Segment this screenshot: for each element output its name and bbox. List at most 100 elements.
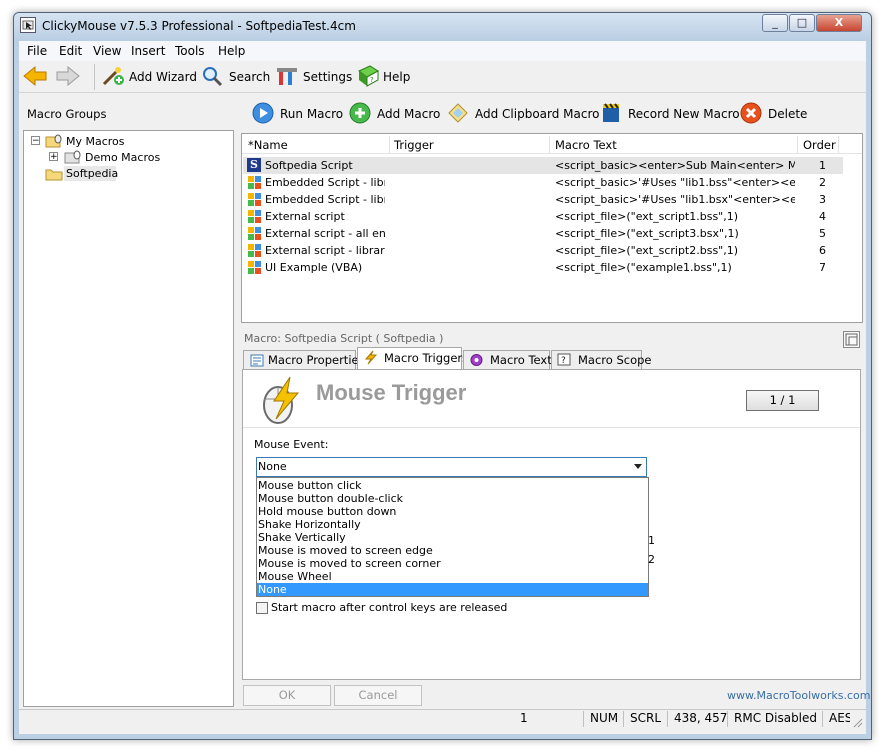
script-icon: S [247,158,261,172]
row-text: <script_file>("ext_script2.bss",1) [555,244,739,257]
row-order: 2 [819,176,826,189]
delete-icon[interactable] [740,102,762,124]
add-wizard-button[interactable]: Add Wizard [129,70,197,84]
script-blocks-icon [247,175,262,190]
menu-edit[interactable]: Edit [59,44,82,58]
col-divider [838,136,839,154]
menu-file[interactable]: File [27,44,47,58]
row-text: <script_file>("ext_script1.bss",1) [555,210,739,223]
tree-item-softpedia[interactable]: Softpedia [66,167,118,180]
hidden-field-value-2: 2 [648,553,655,566]
menu-view[interactable]: View [93,44,121,58]
row-text: <script_file>("example1.bss",1) [555,261,732,274]
record-icon[interactable] [600,102,622,124]
tab-macro-text-label: Macro Text [490,353,552,367]
col-divider [549,136,550,154]
option-shake-horizontally[interactable]: Shake Horizontally [257,518,648,531]
cancel-button[interactable]: Cancel [334,685,422,706]
search-button[interactable]: Search [229,70,270,84]
hidden-field-value-1: 1 [648,534,655,547]
option-none[interactable]: None [257,583,648,596]
row-order: 7 [819,261,826,274]
help-button[interactable]: Help [383,70,410,84]
add-clipboard-macro-button[interactable]: Add Clipboard Macro [475,107,600,121]
trigger-title: Mouse Trigger [316,380,467,405]
row-name: Embedded Script - librar... [265,193,385,206]
status-aes: AES [822,711,850,727]
tree-collapse-toggle[interactable]: − [31,136,40,146]
col-header-trigger[interactable]: Trigger [394,138,434,152]
menu-tools[interactable]: Tools [175,44,205,58]
trigger-pager[interactable]: 1 / 1 [746,390,819,411]
run-icon[interactable] [252,102,274,124]
lightning-icon [364,350,378,365]
status-count: 1 [520,711,528,725]
col-divider [389,136,390,154]
maximize-button[interactable]: □ [789,14,815,32]
tree-item-demo-macros[interactable]: Demo Macros [85,151,160,164]
chevron-down-icon[interactable] [633,461,643,471]
add-macro-button[interactable]: Add Macro [377,107,440,121]
macro-groups-title: Macro Groups [27,107,107,121]
gear-icon [469,353,484,367]
record-new-macro-button[interactable]: Record New Macro [628,107,740,121]
website-link[interactable]: www.MacroToolworks.com [727,689,870,702]
help-book-icon[interactable]: ? [356,65,380,87]
delete-button[interactable]: Delete [768,107,807,121]
search-icon[interactable] [201,65,223,87]
folder-icon [45,167,63,181]
row-name: External script [265,210,345,223]
script-blocks-icon [247,209,262,224]
menu-insert[interactable]: Insert [131,44,165,58]
option-mouse-button-double-click[interactable]: Mouse button double-click [257,492,648,505]
row-text: <script_basic>'#Uses "lib1.bsx"<enter><e… [555,193,795,206]
start-after-keys-checkbox[interactable] [256,602,268,614]
close-button[interactable]: X [816,14,862,32]
toolbar-separator [94,64,95,90]
option-screen-edge[interactable]: Mouse is moved to screen edge [257,544,648,557]
option-screen-corner[interactable]: Mouse is moved to screen corner [257,557,648,570]
row-text: <script_file>("ext_script3.bsx",1) [555,227,739,240]
panel-dock-icon[interactable] [843,331,860,348]
row-order: 1 [819,159,826,172]
col-divider [797,136,798,154]
macro-caption: Macro: Softpedia Script ( Softpedia ) [244,332,444,345]
option-hold-mouse-button[interactable]: Hold mouse button down [257,505,648,518]
grid-header [242,136,862,154]
row-order: 3 [819,193,826,206]
mouse-event-select[interactable] [256,457,647,477]
script-blocks-icon [247,226,262,241]
start-after-keys-label: Start macro after control keys are relea… [271,601,508,614]
row-name: Softpedia Script [265,159,353,172]
tree-expand-toggle[interactable]: + [49,152,58,162]
resize-grip-icon[interactable] [851,716,863,728]
col-header-macro-text[interactable]: Macro Text [555,138,617,152]
run-macro-button[interactable]: Run Macro [280,107,343,121]
status-coordinates: 438, 457 [667,711,727,727]
col-header-name[interactable]: *Name [248,138,288,152]
tree-item-my-macros[interactable]: My Macros [66,135,125,148]
menu-help[interactable]: Help [218,44,245,58]
settings-button[interactable]: Settings [303,70,352,84]
status-rmc: RMC Disabled [727,711,822,727]
tab-macro-scope-label: Macro Scope [578,353,652,367]
minimize-button[interactable]: _ [762,14,788,32]
settings-icon[interactable] [275,65,299,87]
svg-text:?: ? [370,76,374,84]
back-arrow-icon[interactable] [23,65,47,87]
script-blocks-icon [247,192,262,207]
ok-button[interactable]: OK [243,685,331,706]
option-shake-vertically[interactable]: Shake Vertically [257,531,648,544]
add-icon[interactable] [349,102,371,124]
macro-groups-tree[interactable] [23,130,234,707]
option-mouse-wheel[interactable]: Mouse Wheel [257,570,648,583]
clipboard-icon[interactable] [447,102,469,124]
col-header-order[interactable]: Order [803,138,836,152]
option-mouse-button-click[interactable]: Mouse button click [257,479,648,492]
row-name: Embedded Script - library [265,176,385,189]
wand-icon[interactable] [101,65,125,87]
properties-icon [250,354,264,367]
row-order: 6 [819,244,826,257]
forward-arrow-icon[interactable] [56,65,80,87]
mouse-event-value: None [258,460,287,473]
